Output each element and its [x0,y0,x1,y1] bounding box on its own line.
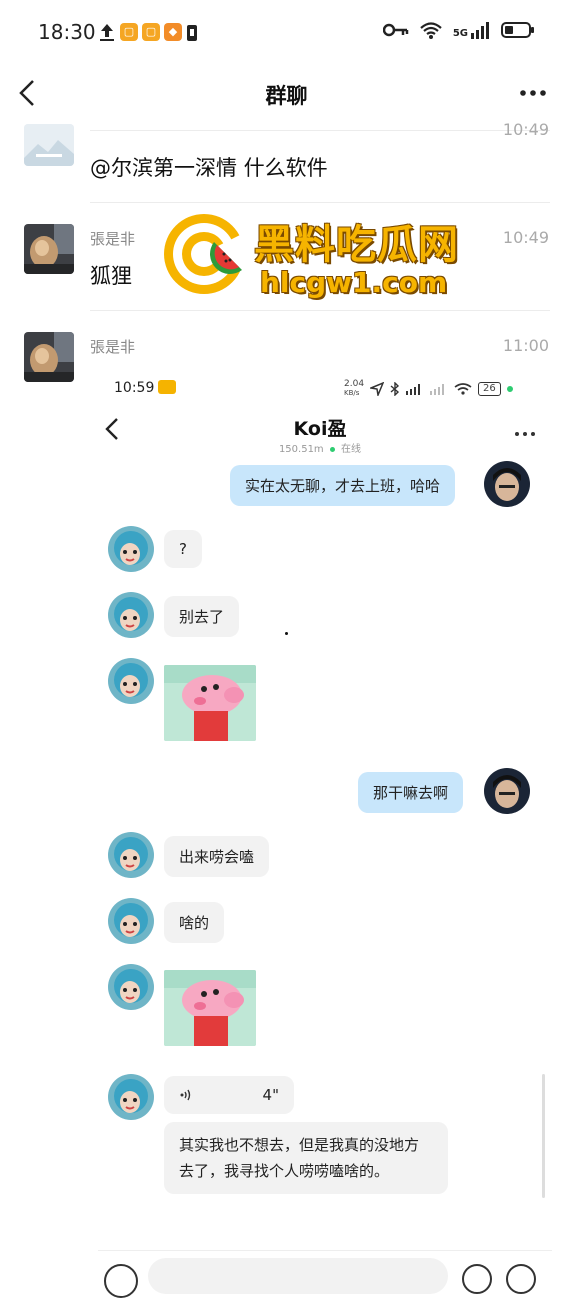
message-time: 11:00 [502,336,549,355]
wifi-icon [420,22,442,39]
message-text: @尔滨第一深情 什么软件 [90,156,328,180]
status-app-icons: ▢ ▢ ◆ [98,22,198,42]
message-text: 狐狸 [90,264,132,288]
voice-input-icon[interactable] [104,1264,138,1298]
wifi-icon [454,383,472,395]
distance: 150.51m [278,444,324,455]
online-dot [329,446,335,452]
net-unit: KB/s [344,389,360,397]
signal-icon [430,384,445,395]
chevron-left-icon[interactable] [104,416,120,449]
status-time: 18:30 [38,20,96,44]
page-title: 群聊 [265,84,308,108]
avatar[interactable] [24,124,74,166]
message-bubble-right[interactable]: 那干嘛去啊 [358,772,464,813]
message-time: 10:49 [502,228,549,247]
avatar[interactable] [108,832,154,878]
more-dots-icon[interactable] [514,422,536,441]
avatar[interactable] [108,1074,154,1120]
watermark-logo [162,212,246,296]
signal-icon [471,22,489,39]
watermark-title: 黑料吃瓜网 [254,222,459,268]
upload-arrow-icon [100,24,114,41]
embedded-status-icons: 2.04 KB/s 26 [344,380,513,398]
scrollbar[interactable] [542,1074,545,1198]
battery-icon: 26 [478,382,501,396]
divider [90,202,550,203]
emoji-icon[interactable] [462,1264,492,1294]
net-speed: 2.04 [344,379,365,389]
contact-status: 150.51m 在线 [200,440,440,455]
message-input[interactable] [148,1258,448,1294]
avatar[interactable] [108,898,154,944]
sender-name: 張是非 [90,230,136,248]
battery-level: 26 [483,383,496,394]
avatar[interactable] [108,592,154,638]
message-time: 10:49 [502,120,549,139]
bluetooth-icon [390,382,400,396]
message-bubble-right[interactable]: 实在太无聊，才去上班，哈哈 [230,465,456,506]
plus-icon[interactable] [506,1264,536,1294]
message-bubble-left[interactable]: 啥的 [164,902,225,943]
battery-icon [501,22,534,38]
watermark-url: hlcgw1.com [260,266,448,299]
sender-name: 張是非 [90,338,136,356]
avatar[interactable] [484,461,530,507]
app-badge-icon: ▢ [142,23,160,41]
voice-wave-icon [180,1089,191,1101]
more-dots-icon[interactable] [519,78,547,103]
message-bubble-left[interactable]: 别去了 [164,596,240,637]
online-dot [506,386,513,392]
app-badge-icon: ◆ [164,23,182,41]
message-bubble-left[interactable]: 其实我也不想去，但是我真的没地方去了，我寻找个人唠唠嗑啥的。 [164,1122,448,1194]
lock-icon [187,25,197,41]
key-icon [382,23,409,37]
online-label: 在线 [341,444,362,455]
avatar[interactable] [24,224,74,274]
message-bubble-left[interactable]: 出来唠会嗑 [164,836,270,877]
status-right-icons: 5G [382,20,535,40]
avatar[interactable] [108,526,154,572]
divider [90,130,550,131]
avatar[interactable] [24,332,74,382]
message-bubble-left[interactable]: ? [164,530,202,568]
contact-name: Koi盈 [293,418,347,440]
avatar[interactable] [108,964,154,1010]
app-badge-icon: ▢ [120,23,138,41]
app-badge-icon [158,380,176,394]
divider [90,310,550,311]
network-label: 5G [452,28,468,39]
voice-duration: 4" [262,1086,279,1104]
voice-message[interactable]: 4" [164,1076,294,1114]
dot-artifact [285,632,288,635]
avatar[interactable] [484,768,530,814]
sticker-image[interactable] [164,970,256,1046]
sticker-image[interactable] [164,665,256,741]
signal-icon [406,384,421,395]
embedded-status-time: 10:59 [114,380,155,396]
avatar[interactable] [108,658,154,704]
location-icon [370,382,385,396]
